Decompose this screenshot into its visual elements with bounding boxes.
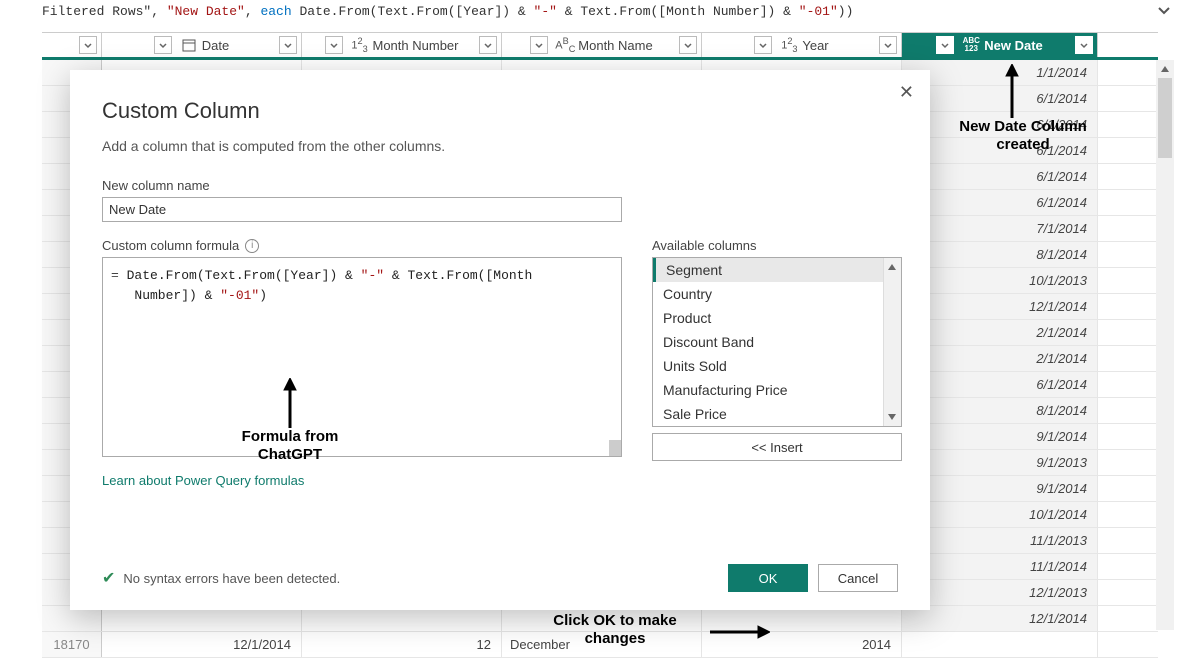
vertical-scrollbar[interactable] <box>1156 60 1174 630</box>
column-header-month-name[interactable]: ABC Month Name <box>502 33 702 57</box>
cell-new-date: 11/1/2014 <box>902 554 1098 579</box>
list-scrollbar[interactable] <box>883 258 901 426</box>
dialog-title: Custom Column <box>102 98 898 124</box>
arrow-up-icon <box>1002 64 1022 118</box>
cell-new-date: 12/1/2013 <box>902 580 1098 605</box>
available-column-item[interactable]: Units Sold <box>653 354 901 378</box>
cell-new-date: 12/1/2014 <box>902 606 1098 631</box>
cell-new-date: 6/1/2014 <box>902 86 1098 111</box>
cell-new-date: 2/1/2014 <box>902 320 1098 345</box>
dropdown-icon[interactable] <box>79 36 97 54</box>
available-column-item[interactable]: Discount Band <box>653 330 901 354</box>
arrow-right-icon <box>710 622 770 642</box>
column-name: Date <box>202 38 229 53</box>
type-icon <box>180 36 198 54</box>
dropdown-icon[interactable] <box>530 36 548 54</box>
cell-new-date: 6/1/2014 <box>902 372 1098 397</box>
scroll-thumb[interactable] <box>1158 78 1172 158</box>
cell-new-date: 9/1/2013 <box>902 450 1098 475</box>
cell-new-date: 12/1/2014 <box>902 294 1098 319</box>
formula-bar: Filtered Rows", "New Date", each Date.Fr… <box>42 0 1155 24</box>
cell-new-date: 6/1/2014 <box>902 164 1098 189</box>
info-icon[interactable]: i <box>245 239 259 253</box>
dialog-subtitle: Add a column that is computed from the o… <box>102 138 898 154</box>
cell: 12/1/2014 <box>102 632 302 657</box>
list-scroll-up-icon[interactable] <box>883 258 901 276</box>
syntax-status: ✔ No syntax errors have been detected. <box>102 568 340 588</box>
cell-new-date: 9/1/2014 <box>902 424 1098 449</box>
type-icon: ABC <box>556 36 574 54</box>
row-number: 18170 <box>42 632 102 657</box>
editor-scroll-thumb[interactable] <box>609 440 621 456</box>
annotation-ok: Click OK to make changes <box>530 612 700 648</box>
learn-link[interactable]: Learn about Power Query formulas <box>102 473 304 488</box>
available-columns-list[interactable]: SegmentCountryProductDiscount BandUnits … <box>652 257 902 427</box>
cancel-button[interactable]: Cancel <box>818 564 898 592</box>
available-column-item[interactable]: Segment <box>653 258 901 282</box>
cell-new-date: 6/1/2014 <box>902 190 1098 215</box>
cell-new-date: 1/1/2014 <box>902 60 1098 85</box>
filter-dropdown-icon[interactable] <box>279 36 297 54</box>
available-columns-label: Available columns <box>652 238 902 253</box>
column-header-year[interactable]: 123 Year <box>702 33 902 57</box>
list-scroll-down-icon[interactable] <box>883 408 901 426</box>
type-icon: 123 <box>351 36 369 54</box>
cell: 12 <box>302 632 502 657</box>
type-icon: 123 <box>780 36 798 54</box>
cell-new-date: 7/1/2014 <box>902 216 1098 241</box>
ok-button[interactable]: OK <box>728 564 808 592</box>
check-icon: ✔ <box>102 568 115 588</box>
dropdown-icon[interactable] <box>754 36 772 54</box>
annotation-formula: Formula from ChatGPT <box>225 428 355 464</box>
dropdown-icon[interactable] <box>154 36 172 54</box>
column-name: Month Name <box>578 38 652 53</box>
column-header-month-number[interactable]: 123 Month Number <box>302 33 502 57</box>
custom-formula-label: Custom column formula i <box>102 238 622 253</box>
cell-new-date: 11/1/2013 <box>902 528 1098 553</box>
cell-new-date: 8/1/2014 <box>902 398 1098 423</box>
available-column-item[interactable]: Country <box>653 282 901 306</box>
cell <box>902 632 1098 657</box>
column-name: Month Number <box>373 38 459 53</box>
cell-new-date: 8/1/2014 <box>902 242 1098 267</box>
new-column-name-label: New column name <box>102 178 898 193</box>
new-column-name-input[interactable] <box>102 197 622 222</box>
filter-dropdown-icon[interactable] <box>1075 36 1093 54</box>
type-icon: ABC123 <box>962 36 980 54</box>
column-header-date[interactable]: Date <box>102 33 302 57</box>
cell-new-date: 10/1/2014 <box>902 502 1098 527</box>
annotation-newcol: New Date Column created <box>933 118 1113 154</box>
formula-editor[interactable]: = Date.From(Text.From([Year]) & "-" & Te… <box>102 257 622 457</box>
column-header-new-date[interactable]: ABC123 New Date <box>902 33 1098 57</box>
column-headers: Date 123 Month Number ABC Month Name 123 Year A… <box>42 32 1158 60</box>
filter-dropdown-icon[interactable] <box>679 36 697 54</box>
column-name: Year <box>802 38 828 53</box>
cell-new-date: 9/1/2014 <box>902 476 1098 501</box>
cell-new-date: 2/1/2014 <box>902 346 1098 371</box>
available-column-item[interactable]: Product <box>653 306 901 330</box>
cell-new-date: 10/1/2013 <box>902 268 1098 293</box>
dropdown-icon[interactable] <box>936 36 954 54</box>
formula-expand-icon[interactable] <box>1156 2 1172 18</box>
column-header-rownum[interactable] <box>42 33 102 57</box>
available-column-item[interactable]: Sale Price <box>653 402 901 426</box>
column-name: New Date <box>984 38 1043 53</box>
insert-button[interactable]: << Insert <box>652 433 902 461</box>
arrow-up-icon <box>280 378 300 428</box>
close-icon[interactable]: ✕ <box>899 82 914 103</box>
filter-dropdown-icon[interactable] <box>479 36 497 54</box>
dropdown-icon[interactable] <box>325 36 343 54</box>
filter-dropdown-icon[interactable] <box>879 36 897 54</box>
scroll-up-icon[interactable] <box>1156 60 1174 78</box>
available-column-item[interactable]: Manufacturing Price <box>653 378 901 402</box>
custom-column-dialog: ✕ Custom Column Add a column that is com… <box>70 70 930 610</box>
